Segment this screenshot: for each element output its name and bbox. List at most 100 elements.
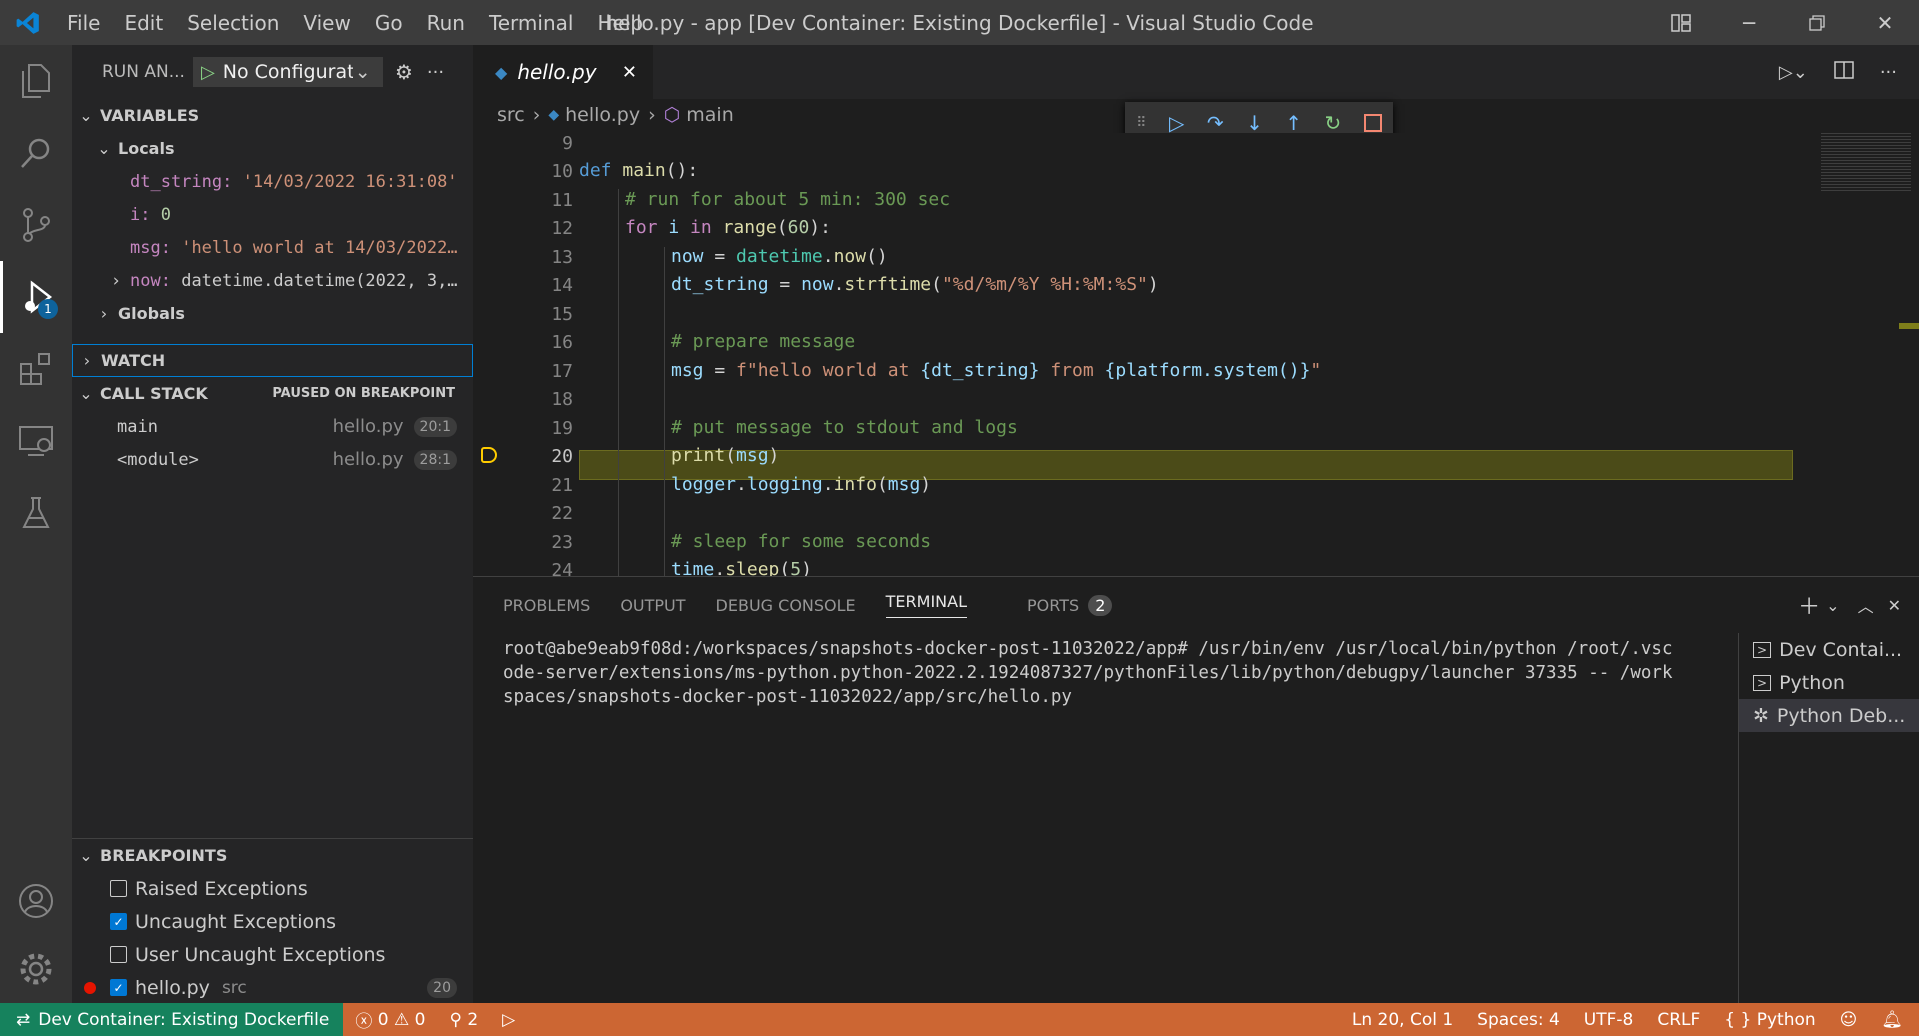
chevron-down-icon[interactable]: ⌄ — [1826, 596, 1839, 615]
breakpoint-item[interactable]: ✓ Uncaught Exceptions — [72, 905, 473, 938]
search-icon[interactable] — [0, 117, 72, 189]
config-select[interactable]: ▷ No Configurat ⌄ — [192, 57, 383, 87]
encoding[interactable]: UTF-8 — [1584, 1010, 1634, 1030]
breakpoint-item[interactable]: Raised Exceptions — [72, 872, 473, 905]
accounts-icon[interactable] — [0, 865, 72, 937]
terminal-item[interactable]: > Python — [1739, 666, 1919, 699]
breadcrumb-item[interactable]: hello.py — [565, 104, 640, 126]
step-over-icon[interactable]: ↷ — [1207, 111, 1224, 135]
drag-handle-icon[interactable]: ⠿ — [1136, 115, 1146, 131]
run-debug-icon[interactable]: 1 — [0, 261, 72, 333]
locals-scope[interactable]: ⌄ Locals — [72, 132, 473, 165]
braces-icon: { } — [1724, 1009, 1752, 1030]
maximize-panel-icon[interactable]: ︿ — [1858, 593, 1874, 617]
tab-problems[interactable]: PROBLEMS — [503, 596, 590, 615]
close-window-icon[interactable]: ✕ — [1851, 0, 1919, 45]
feedback-icon[interactable]: ☺ — [1840, 1010, 1858, 1030]
run-debug-dropdown-icon[interactable]: ▷⌄ — [1779, 62, 1808, 83]
globals-label: Globals — [118, 304, 185, 323]
terminal-list: > Dev Contai... > Python ✲ Python Deb... — [1738, 633, 1919, 1004]
menu-terminal[interactable]: Terminal — [489, 11, 574, 35]
notifications-bell-icon[interactable]: 🔔︎ — [1881, 1010, 1903, 1030]
breadcrumb-item[interactable]: src — [497, 104, 525, 126]
variable-row[interactable]: dt_string: '14/03/2022 16:31:08' — [72, 165, 473, 198]
language-mode[interactable]: { } Python — [1724, 1010, 1815, 1030]
debug-status-icon[interactable]: ▷ — [502, 1010, 515, 1030]
menu-run[interactable]: Run — [427, 11, 465, 35]
layout-icon[interactable] — [1647, 0, 1715, 45]
tab-ports[interactable]: PORTS 2 — [997, 594, 1113, 616]
tab-output[interactable]: OUTPUT — [620, 596, 685, 615]
callstack-frame[interactable]: main hello.py 20:1 — [72, 410, 473, 443]
terminal-item[interactable]: ✲ Python Deb... — [1739, 699, 1919, 732]
code-line: now = datetime.now() — [671, 246, 888, 267]
variable-row[interactable]: i: 0 — [72, 198, 473, 231]
ports-indicator[interactable]: ⚲ 2 — [449, 1010, 478, 1030]
more-actions-icon[interactable]: ··· — [427, 62, 444, 83]
watch-section-header[interactable]: › WATCH — [72, 344, 473, 377]
variable-row[interactable]: › now: datetime.datetime(2022, 3,… — [72, 264, 473, 297]
menu-go[interactable]: Go — [375, 11, 403, 35]
code-line: dt_string = now.strftime("%d/%m/%Y %H:%M… — [671, 274, 1159, 295]
source-control-icon[interactable] — [0, 189, 72, 261]
variable-row[interactable]: msg: 'hello world at 14/03/2022… — [72, 231, 473, 264]
tab-hello-py[interactable]: ◆ hello.py ✕ — [473, 45, 653, 99]
cursor-position[interactable]: Ln 20, Col 1 — [1352, 1010, 1453, 1030]
step-into-icon[interactable]: ↓ — [1246, 111, 1263, 135]
remote-indicator[interactable]: ⇄ Dev Container: Existing Dockerfile — [0, 1003, 344, 1036]
more-actions-icon[interactable]: ··· — [1880, 62, 1897, 83]
menu-view[interactable]: View — [303, 11, 350, 35]
explorer-icon[interactable] — [0, 45, 72, 117]
restart-icon[interactable]: ↻ — [1325, 111, 1342, 135]
menu-edit[interactable]: Edit — [124, 11, 163, 35]
sidebar-title: RUN AN... — [102, 62, 185, 82]
debug-badge: 1 — [38, 299, 58, 319]
restore-icon[interactable] — [1783, 0, 1851, 45]
checkbox-checked[interactable]: ✓ — [110, 913, 127, 930]
callstack-section-header[interactable]: ⌄ CALL STACK PAUSED ON BREAKPOINT — [72, 377, 473, 410]
menu-help[interactable]: Help — [597, 11, 643, 35]
warning-icon: ⚠ — [393, 1009, 410, 1030]
settings-gear-icon[interactable]: ⚙ — [395, 60, 413, 84]
breakpoint-item[interactable]: User Uncaught Exceptions — [72, 938, 473, 971]
extensions-icon[interactable] — [0, 333, 72, 405]
callstack-frame[interactable]: <module> hello.py 28:1 — [72, 443, 473, 476]
menu-selection[interactable]: Selection — [187, 11, 279, 35]
continue-icon[interactable]: ▷ — [1169, 111, 1184, 135]
remote-explorer-icon[interactable] — [0, 405, 72, 477]
stop-icon[interactable] — [1363, 114, 1382, 132]
terminal-output[interactable]: root@abe9eab9f08d:/workspaces/snapshots-… — [503, 637, 1673, 709]
checkbox-checked[interactable]: ✓ — [110, 979, 127, 996]
breakpoints-section-header[interactable]: ⌄ BREAKPOINTS — [72, 839, 473, 872]
tab-terminal[interactable]: TERMINAL — [885, 592, 968, 618]
start-debug-icon[interactable]: ▷ — [201, 62, 215, 83]
checkbox[interactable] — [110, 946, 127, 963]
close-tab-icon[interactable]: ✕ — [622, 62, 637, 83]
globals-scope[interactable]: › Globals — [72, 297, 473, 330]
terminal-item[interactable]: > Dev Contai... — [1739, 633, 1919, 666]
vscode-logo-icon — [0, 0, 55, 45]
variables-section-header[interactable]: ⌄ VARIABLES — [72, 99, 473, 132]
close-panel-icon[interactable]: ✕ — [1888, 596, 1901, 615]
new-terminal-icon[interactable]: ＋ — [1798, 589, 1820, 621]
minimize-icon[interactable]: ─ — [1715, 0, 1783, 45]
code-line: msg = f"hello world at {dt_string} from … — [671, 360, 1322, 381]
tab-debug-console[interactable]: DEBUG CONSOLE — [716, 596, 856, 615]
chevron-down-icon: ⌄ — [354, 61, 371, 83]
end-of-line[interactable]: CRLF — [1657, 1010, 1700, 1030]
breakpoints-title: BREAKPOINTS — [100, 846, 228, 865]
minimap[interactable] — [1807, 133, 1919, 576]
breakpoint-file-item[interactable]: ✓ hello.py src 20 — [72, 971, 473, 1004]
breadcrumb-item[interactable]: main — [686, 104, 733, 126]
testing-icon[interactable] — [0, 477, 72, 549]
manage-gear-icon[interactable] — [0, 933, 72, 1005]
menu-file[interactable]: File — [67, 11, 100, 35]
checkbox[interactable] — [110, 880, 127, 897]
problems-indicator[interactable]: ⓧ 0 ⚠ 0 — [355, 1007, 425, 1033]
code-editor[interactable]: 9 10 11 12 13 14 15 16 17 18 19 20 21 22… — [473, 133, 1919, 576]
python-file-icon: ◆ — [495, 62, 508, 82]
indentation[interactable]: Spaces: 4 — [1477, 1010, 1560, 1030]
split-editor-icon[interactable] — [1834, 61, 1854, 83]
step-out-icon[interactable]: ↑ — [1285, 111, 1302, 135]
terminal-icon: > — [1753, 674, 1772, 691]
